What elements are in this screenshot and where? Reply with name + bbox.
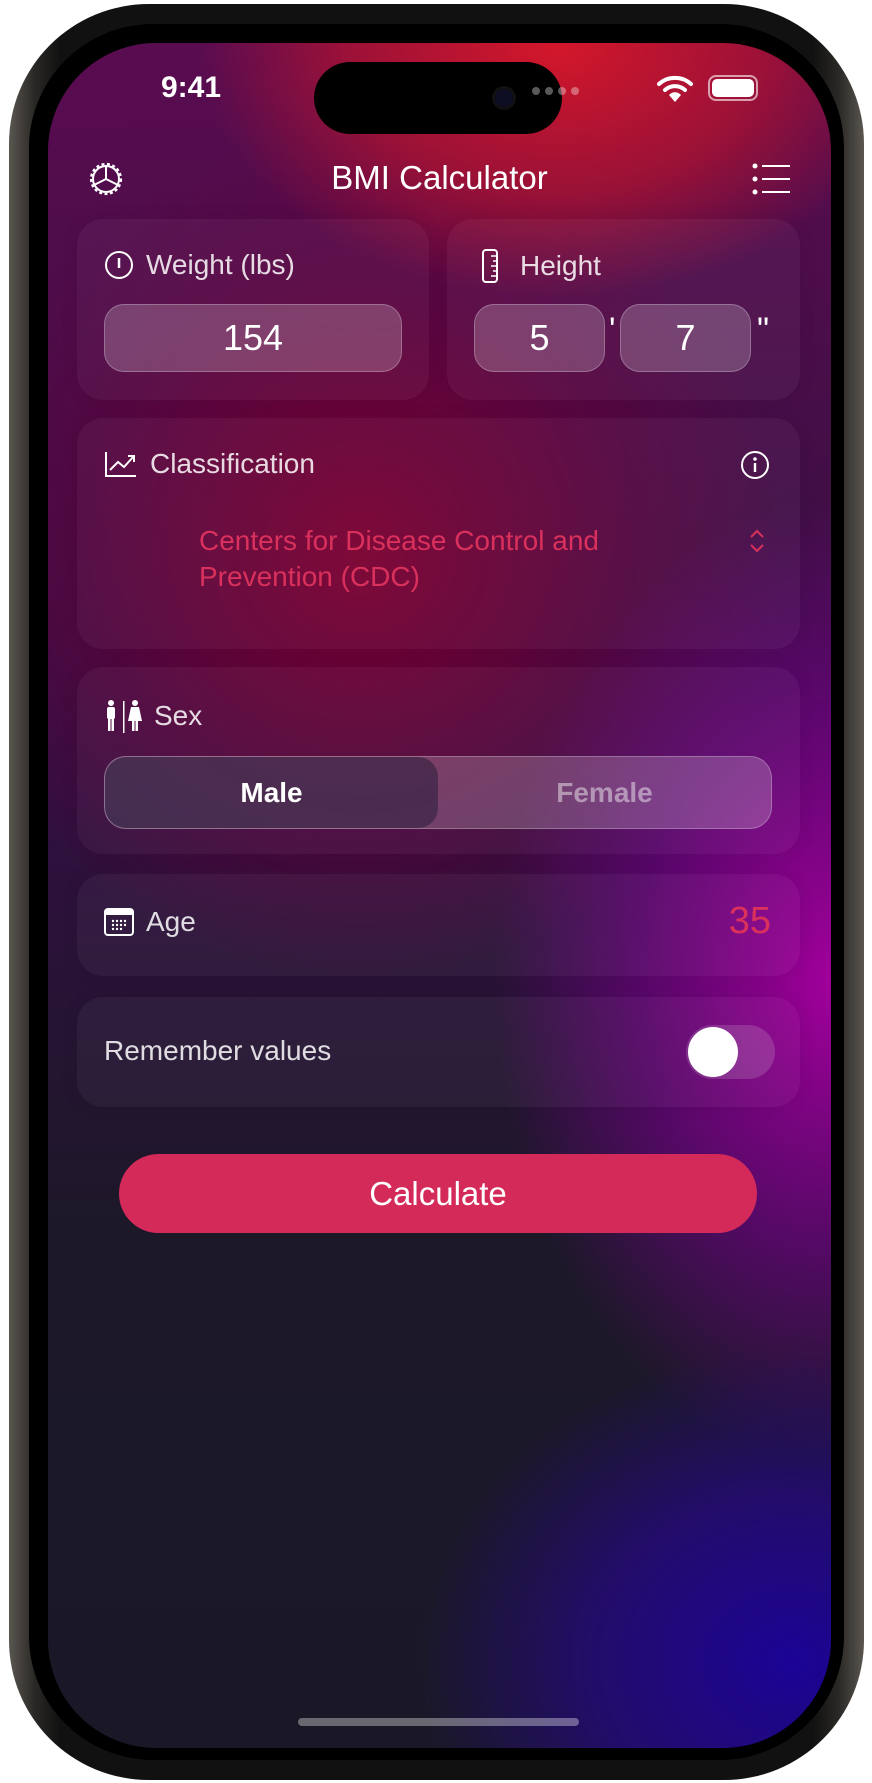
ruler-icon — [482, 249, 498, 283]
scale-icon — [105, 251, 133, 279]
height-card: Height 5 ' 7 " — [447, 219, 800, 400]
status-time: 9:41 — [160, 71, 222, 104]
sex-card: Sex Male Female — [77, 667, 800, 854]
segment-male[interactable]: Male — [105, 757, 438, 828]
remember-label: Remember values — [104, 1035, 332, 1066]
age-value[interactable]: 35 — [729, 900, 771, 943]
inch-unit: " — [757, 311, 770, 349]
age-label: Age — [146, 906, 196, 937]
classification-card[interactable]: Classification Centers for Disease Contr… — [77, 418, 800, 649]
wifi-icon — [657, 75, 693, 102]
height-label: Height — [520, 250, 601, 281]
home-indicator — [298, 1718, 579, 1726]
classification-label: Classification — [150, 448, 315, 479]
height-feet-input[interactable]: 5 — [474, 304, 605, 372]
remember-toggle[interactable] — [686, 1025, 775, 1079]
height-inches-input[interactable]: 7 — [620, 304, 751, 372]
camera — [492, 86, 516, 110]
info-icon[interactable] — [740, 450, 770, 480]
list-icon[interactable] — [752, 161, 792, 197]
chevron-up-down-icon — [750, 529, 764, 553]
segment-female[interactable]: Female — [438, 757, 771, 828]
weight-card: Weight (lbs) 154 — [77, 219, 429, 400]
weight-input[interactable]: 154 — [104, 304, 402, 372]
signal-icon — [532, 87, 579, 95]
battery-icon — [708, 75, 758, 101]
screen: 9:41 BMI Calculator Weight (lbs) 154 Hei… — [48, 43, 831, 1748]
restroom-icon — [107, 700, 142, 733]
calendar-icon — [104, 908, 134, 936]
remember-card: Remember values — [77, 997, 800, 1107]
age-card[interactable]: Age 35 — [77, 874, 800, 976]
weight-label: Weight (lbs) — [146, 249, 295, 280]
chart-line-icon — [105, 452, 136, 477]
classification-select[interactable]: Centers for Disease Control and Preventi… — [199, 523, 599, 595]
sex-label: Sex — [154, 700, 203, 731]
sex-segmented-control[interactable]: Male Female — [104, 756, 772, 829]
feet-unit: ' — [609, 311, 616, 349]
page-title: BMI Calculator — [331, 159, 548, 196]
dynamic-island — [314, 62, 562, 134]
calculate-button[interactable]: Calculate — [119, 1154, 757, 1233]
